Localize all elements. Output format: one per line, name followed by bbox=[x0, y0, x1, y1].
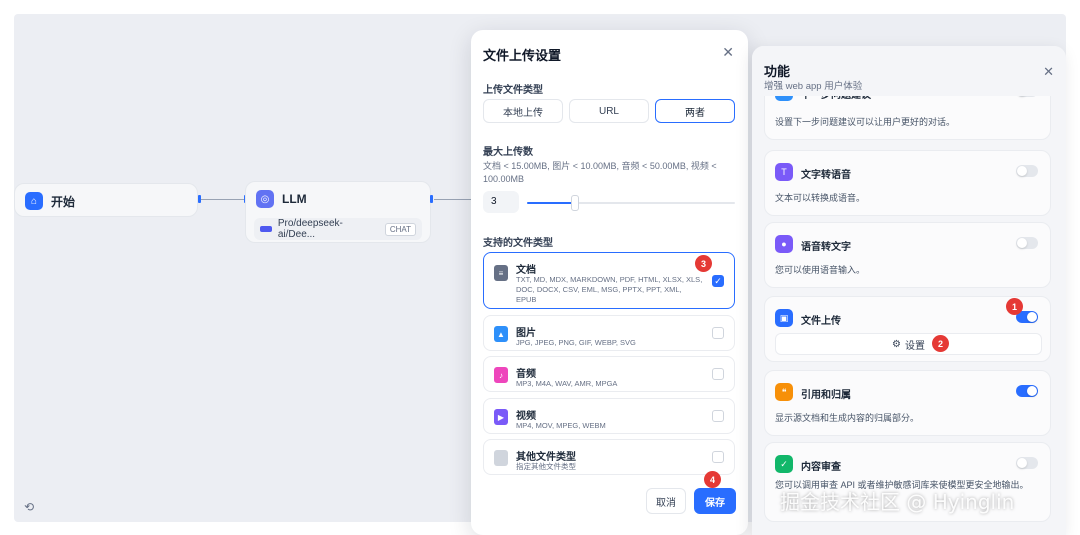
file-type-other[interactable]: 其他文件类型 指定其他文件类型 bbox=[483, 439, 735, 475]
upload-option-url[interactable]: URL bbox=[569, 99, 649, 123]
microphone-icon: ● bbox=[775, 235, 793, 253]
features-panel: 功能 增强 web app 用户体验 ✕ ? 下一步问题建议 设置下一步问题建议… bbox=[752, 46, 1066, 535]
moderation-icon: ✓ bbox=[775, 455, 793, 473]
feature-toggle[interactable] bbox=[1016, 457, 1038, 469]
max-uploads-label: 最大上传数 bbox=[483, 147, 533, 158]
feature-toggle[interactable] bbox=[1016, 237, 1038, 249]
features-panel-header: 功能 增强 web app 用户体验 ✕ bbox=[752, 46, 1066, 96]
feature-description: 您可以使用语音输入。 bbox=[775, 265, 866, 275]
document-icon: ≡ bbox=[494, 265, 508, 281]
annotation-badge-2: 2 bbox=[932, 335, 949, 352]
close-icon[interactable]: ✕ bbox=[1043, 64, 1054, 80]
annotation-badge-3: 3 bbox=[695, 255, 712, 272]
upload-option-both[interactable]: 两者 bbox=[655, 99, 735, 123]
file-type-checkbox[interactable] bbox=[712, 368, 724, 380]
feature-description: 设置下一步问题建议可以让用户更好的对话。 bbox=[775, 117, 956, 127]
max-uploads-slider[interactable] bbox=[527, 195, 735, 211]
file-icon bbox=[494, 450, 508, 466]
model-mode-tag: CHAT bbox=[384, 222, 416, 236]
deepseek-logo-icon bbox=[260, 226, 272, 232]
watermark: 掘金技术社区 @ Hyinglin bbox=[780, 490, 1015, 514]
file-type-checkbox[interactable] bbox=[712, 451, 724, 463]
feature-description: 文本可以转换成语音。 bbox=[775, 193, 866, 203]
file-type-extensions: TXT, MD, MDX, MARKDOWN, PDF, HTML, XLSX,… bbox=[516, 275, 703, 304]
model-name: Pro/deepseek-ai/Dee... bbox=[277, 218, 343, 240]
video-icon: ▶ bbox=[494, 409, 508, 425]
feature-description: 显示源文档和生成内容的归属部分。 bbox=[775, 413, 920, 423]
llm-output-port[interactable] bbox=[430, 195, 433, 203]
size-limits-text: 文档 < 15.00MB, 图片 < 10.00MB, 音频 < 50.00MB… bbox=[483, 161, 717, 184]
start-node-label: 开始 bbox=[51, 194, 76, 209]
file-type-extensions: MP4, MOV, MPEG, WEBM bbox=[516, 421, 606, 430]
home-icon: ⌂ bbox=[25, 192, 43, 210]
annotation-badge-4: 4 bbox=[704, 471, 721, 488]
file-type-name: 视频 bbox=[516, 411, 536, 422]
file-type-audio[interactable]: ♪ 音频 MP3, M4A, WAV, AMR, MPGA bbox=[483, 356, 735, 392]
file-type-video[interactable]: ▶ 视频 MP4, MOV, MPEG, WEBM bbox=[483, 398, 735, 434]
upload-type-selector: 本地上传 URL 两者 bbox=[483, 99, 735, 123]
file-type-name: 其他文件类型 bbox=[516, 452, 576, 463]
history-icon: ⟲ bbox=[23, 500, 35, 514]
llm-node-label: LLM bbox=[282, 192, 307, 206]
slider-thumb[interactable] bbox=[571, 195, 579, 211]
upload-type-label: 上传文件类型 bbox=[483, 85, 543, 96]
dialog-title: 文件上传设置 bbox=[483, 48, 562, 63]
feature-toggle[interactable] bbox=[1016, 385, 1038, 397]
file-type-extensions: JPG, JPEG, PNG, GIF, WEBP, SVG bbox=[516, 338, 636, 347]
annotation-badge-1: 1 bbox=[1006, 298, 1023, 315]
feature-toggle[interactable] bbox=[1016, 165, 1038, 177]
feature-name: 文字转语音 bbox=[801, 170, 851, 181]
audio-icon: ♪ bbox=[494, 367, 508, 383]
save-button[interactable]: 保存 bbox=[694, 488, 736, 514]
close-icon[interactable]: ✕ bbox=[722, 44, 734, 61]
panel-subtitle: 增强 web app 用户体验 bbox=[764, 81, 863, 92]
upload-option-local[interactable]: 本地上传 bbox=[483, 99, 563, 123]
cancel-button[interactable]: 取消 bbox=[646, 488, 686, 514]
feature-name: 引用和归属 bbox=[801, 390, 851, 401]
folder-upload-icon: ▣ bbox=[775, 309, 793, 327]
sliders-icon: ⚙ bbox=[892, 338, 901, 350]
feature-name: 文件上传 bbox=[801, 316, 841, 327]
file-type-name: 文档 bbox=[516, 265, 536, 276]
file-upload-settings-button[interactable]: ⚙ 设置 bbox=[775, 333, 1042, 355]
file-type-name: 图片 bbox=[516, 328, 536, 339]
llm-brain-icon: ◎ bbox=[256, 190, 274, 208]
file-type-image[interactable]: ▲ 图片 JPG, JPEG, PNG, GIF, WEBP, SVG bbox=[483, 315, 735, 351]
citation-icon: ❝ bbox=[775, 383, 793, 401]
feature-text-to-speech: T 文字转语音 文本可以转换成语音。 bbox=[764, 150, 1051, 216]
file-type-checkbox[interactable] bbox=[712, 410, 724, 422]
feature-name: 语音转文字 bbox=[801, 242, 851, 253]
feature-speech-to-text: ● 语音转文字 您可以使用语音输入。 bbox=[764, 222, 1051, 288]
file-type-extensions: 指定其他文件类型 bbox=[516, 462, 576, 471]
history-button[interactable]: ⟲ bbox=[18, 496, 40, 518]
text-to-speech-icon: T bbox=[775, 163, 793, 181]
supported-types-label: 支持的文件类型 bbox=[483, 238, 553, 249]
feature-name: 内容审查 bbox=[801, 462, 841, 473]
settings-label: 设置 bbox=[904, 340, 925, 352]
file-type-checkbox[interactable] bbox=[712, 327, 724, 339]
file-type-name: 音频 bbox=[516, 369, 536, 380]
image-icon: ▲ bbox=[494, 326, 508, 342]
edge-start-llm bbox=[201, 199, 245, 200]
edge-llm-next bbox=[434, 199, 474, 200]
file-upload-settings-dialog: 文件上传设置 ✕ 上传文件类型 本地上传 URL 两者 最大上传数 文档 < 1… bbox=[471, 30, 748, 535]
llm-node[interactable]: ◎ LLM Pro/deepseek-ai/Dee... CHAT bbox=[245, 181, 431, 243]
feature-citation: ❝ 引用和归属 显示源文档和生成内容的归属部分。 bbox=[764, 370, 1051, 436]
model-selector[interactable]: Pro/deepseek-ai/Dee... CHAT bbox=[254, 218, 422, 240]
max-uploads-input[interactable]: 3 bbox=[483, 191, 519, 213]
file-type-checkbox[interactable]: ✓ bbox=[712, 275, 724, 287]
start-node[interactable]: ⌂ 开始 bbox=[14, 183, 198, 217]
slider-fill bbox=[527, 202, 575, 204]
file-type-extensions: MP3, M4A, WAV, AMR, MPGA bbox=[516, 379, 618, 388]
